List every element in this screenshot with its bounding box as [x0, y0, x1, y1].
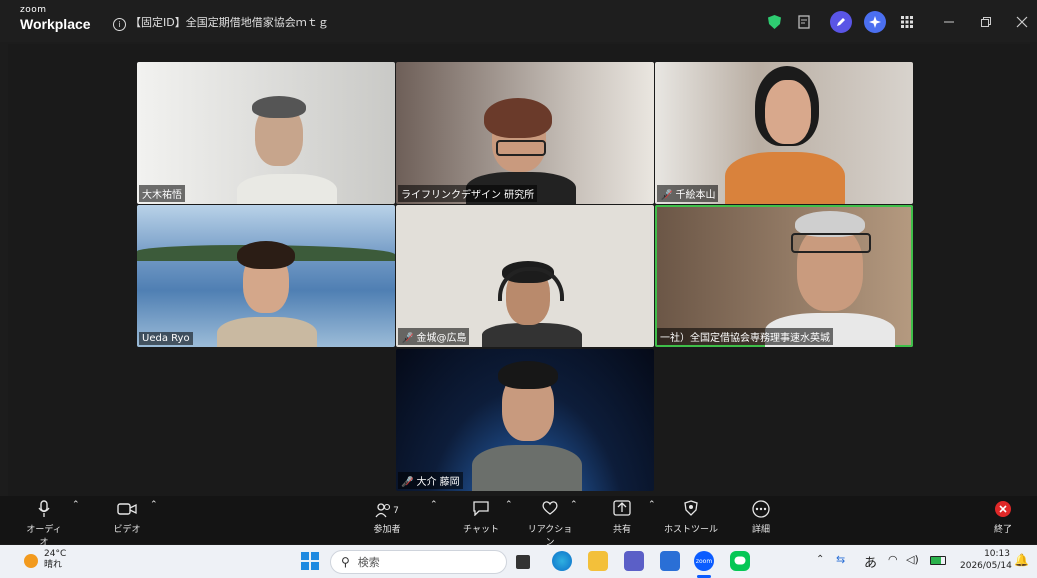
more-dots-icon — [746, 500, 776, 522]
video-button[interactable]: ビデオ — [110, 500, 144, 535]
taskbar-search[interactable]: ⚲ 検索 — [330, 550, 507, 574]
end-label: 終了 — [993, 525, 1012, 535]
video-tile-active-speaker[interactable]: 一社）全国定借協会専務理事速水英城 — [655, 205, 913, 347]
title-bar: zoom Workplace i 【固定ID】全国定期借地借家協会ｍｔｇ — [0, 0, 1037, 42]
search-placeholder: 検索 — [357, 556, 380, 569]
video-tile[interactable]: 🎤̸ 大介 藤岡 — [396, 349, 654, 491]
video-camera-icon — [110, 500, 144, 522]
file-explorer-icon[interactable] — [588, 551, 608, 571]
restore-icon[interactable] — [978, 14, 994, 30]
participant-name: 🎤̸ 大介 藤岡 — [398, 472, 463, 489]
participant-name: 🎤̸ 千絵本山 — [657, 185, 719, 202]
muted-mic-icon: 🎤̸ — [401, 333, 414, 344]
participants-icon: 7 — [370, 500, 404, 522]
participant-name: 大木祐悟 — [139, 185, 185, 202]
ime-indicator[interactable]: あ — [864, 552, 877, 571]
search-icon: ⚲ — [341, 555, 350, 569]
ai-companion-icon[interactable] — [864, 11, 886, 33]
end-icon — [990, 500, 1016, 522]
clock-time: 10:13 — [984, 549, 1010, 559]
host-tools-button[interactable]: ホストツール — [664, 500, 718, 535]
video-tile[interactable]: 🎤̸ 千絵本山 — [655, 62, 913, 204]
teams-icon[interactable] — [624, 551, 644, 571]
close-icon[interactable] — [1014, 14, 1030, 30]
shield-icon[interactable] — [766, 14, 782, 30]
notification-bell-icon[interactable]: 🔔 — [1014, 553, 1029, 567]
video-gallery: 大木祐悟 ライフリンクデザイン 研究所 🎤̸ 千絵本山 Ueda Ryo 🎤̸ 金城… — [8, 44, 1030, 496]
reactions-button[interactable]: リアクション — [524, 500, 576, 548]
store-icon[interactable] — [660, 551, 680, 571]
glasses — [791, 233, 871, 253]
host-tools-label: ホストツール — [664, 525, 719, 535]
participant-name: ライフリンクデザイン 研究所 — [398, 185, 538, 202]
windows-taskbar: 24°C 晴れ ⚲ 検索 zoom ⌃ ⇆ あ ◠ ◁) 10:13 2026/… — [0, 545, 1037, 578]
show-hidden-icons-chevron-icon[interactable]: ⌃ — [816, 554, 824, 565]
video-label: ビデオ — [113, 525, 141, 535]
video-tile[interactable]: ライフリンクデザイン 研究所 — [396, 62, 654, 204]
meeting-title-text: 【固定ID】全国定期借地借家協会ｍｔｇ — [130, 16, 329, 29]
input-indicator-icon[interactable]: ⇆ — [836, 553, 845, 566]
share-button[interactable]: 共有 — [608, 500, 636, 535]
edit-icon[interactable] — [830, 11, 852, 33]
participant-name: 🎤̸ 金城@広島 — [398, 328, 470, 345]
muted-mic-icon: 🎤̸ — [401, 477, 414, 488]
video-tile[interactable]: 大木祐悟 — [137, 62, 395, 204]
participants-label: 参加者 — [373, 525, 401, 535]
weather-widget[interactable]: 24°C 晴れ — [44, 549, 66, 571]
info-icon[interactable]: i — [113, 18, 126, 31]
meeting-toolbar: オーディオ ⌃ ビデオ ⌃ 7 参加者 ⌃ チャット ⌃ リアクション ⌃ 共有… — [0, 496, 1037, 548]
logo-small: zoom — [20, 5, 47, 15]
weather-text: 晴れ — [44, 560, 63, 570]
battery-icon[interactable] — [930, 556, 946, 565]
microphone-icon — [24, 500, 64, 522]
wifi-icon[interactable]: ◠ — [888, 553, 898, 566]
task-view-icon[interactable] — [516, 555, 530, 569]
participants-options-chevron-icon[interactable]: ⌃ — [430, 500, 438, 510]
host-shield-icon — [664, 500, 718, 522]
video-tile[interactable]: 🎤̸ 金城@広島 — [396, 205, 654, 347]
edge-browser-icon[interactable] — [552, 551, 572, 571]
zoom-logo: zoom Workplace — [20, 5, 91, 32]
reactions-options-chevron-icon[interactable]: ⌃ — [570, 500, 578, 510]
end-meeting-button[interactable]: 終了 — [990, 500, 1016, 535]
speaker-icon[interactable]: ◁) — [906, 553, 919, 566]
clock-date: 2026/05/14 — [960, 561, 1012, 571]
more-label: 詳細 — [751, 525, 770, 535]
participants-count: 7 — [393, 506, 399, 516]
chat-icon — [462, 500, 500, 522]
audio-button[interactable]: オーディオ — [24, 500, 64, 548]
apps-icon[interactable] — [899, 14, 915, 30]
chat-label: チャット — [463, 525, 499, 535]
clock[interactable]: 10:13 2026/05/14 — [960, 548, 1012, 572]
participant-name: 一社）全国定借協会専務理事速水英城 — [657, 328, 833, 345]
chat-button[interactable]: チャット — [462, 500, 500, 535]
participant-name: Ueda Ryo — [139, 332, 193, 345]
minimize-icon[interactable] — [941, 14, 957, 30]
heart-icon — [524, 500, 576, 522]
audio-options-chevron-icon[interactable]: ⌃ — [72, 500, 80, 510]
sun-weather-icon[interactable] — [24, 554, 38, 568]
video-tile[interactable]: Ueda Ryo — [137, 205, 395, 347]
participant-video — [237, 174, 337, 204]
glasses — [496, 140, 546, 156]
more-button[interactable]: 詳細 — [746, 500, 776, 535]
muted-mic-icon: 🎤̸ — [660, 190, 673, 201]
line-app-icon[interactable] — [730, 551, 750, 571]
participants-button[interactable]: 7 参加者 — [370, 500, 404, 535]
zoom-app-icon[interactable]: zoom — [694, 551, 714, 571]
chat-options-chevron-icon[interactable]: ⌃ — [505, 500, 513, 510]
notes-icon[interactable] — [797, 14, 813, 30]
video-options-chevron-icon[interactable]: ⌃ — [150, 500, 158, 510]
share-label: 共有 — [612, 525, 631, 535]
weather-temp: 24°C — [44, 549, 67, 559]
share-options-chevron-icon[interactable]: ⌃ — [648, 500, 656, 510]
share-screen-icon — [608, 500, 636, 522]
meeting-title[interactable]: i 【固定ID】全国定期借地借家協会ｍｔｇ — [113, 14, 329, 31]
logo-big: Workplace — [20, 16, 91, 32]
windows-start-icon[interactable] — [300, 551, 320, 571]
